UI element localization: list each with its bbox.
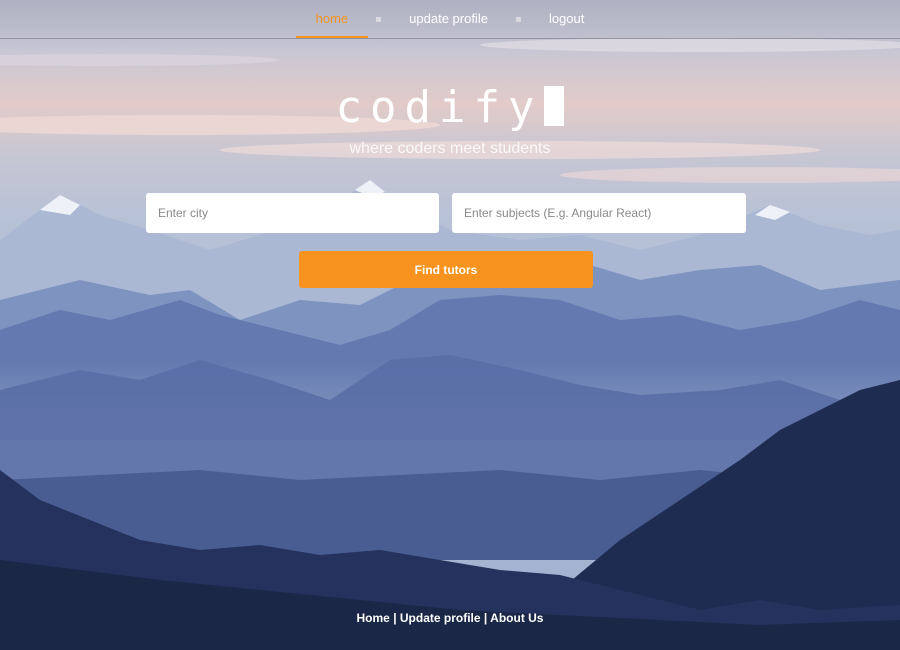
find-tutors-button[interactable]: Find tutors	[299, 251, 593, 288]
nav-items: home update profile logout	[0, 0, 900, 38]
footer-about-us-link[interactable]: About Us	[490, 611, 543, 625]
footer-separator: |	[483, 611, 488, 625]
nav-separator	[376, 16, 382, 22]
footer-update-profile-link[interactable]: Update profile	[400, 611, 481, 625]
footer-home-link[interactable]: Home	[357, 611, 390, 625]
search-form	[146, 193, 746, 233]
nav-separator	[515, 16, 521, 22]
nav-home-link[interactable]: home	[295, 0, 368, 38]
nav-update-profile-link[interactable]: update profile	[405, 0, 492, 38]
logo-text: codify	[335, 82, 543, 133]
landing-page: home update profile logout codify where …	[0, 0, 900, 650]
footer-links: Home | Update profile | About Us	[0, 611, 900, 625]
city-input[interactable]	[146, 193, 439, 233]
subjects-input[interactable]	[452, 193, 746, 233]
tagline: where coders meet students	[349, 140, 551, 157]
footer-separator: |	[393, 611, 397, 625]
top-navigation: home update profile logout	[0, 0, 900, 39]
logo-cursor-block	[544, 86, 565, 126]
site-logo: codify	[0, 82, 900, 133]
nav-logout-link[interactable]: logout	[545, 0, 588, 38]
